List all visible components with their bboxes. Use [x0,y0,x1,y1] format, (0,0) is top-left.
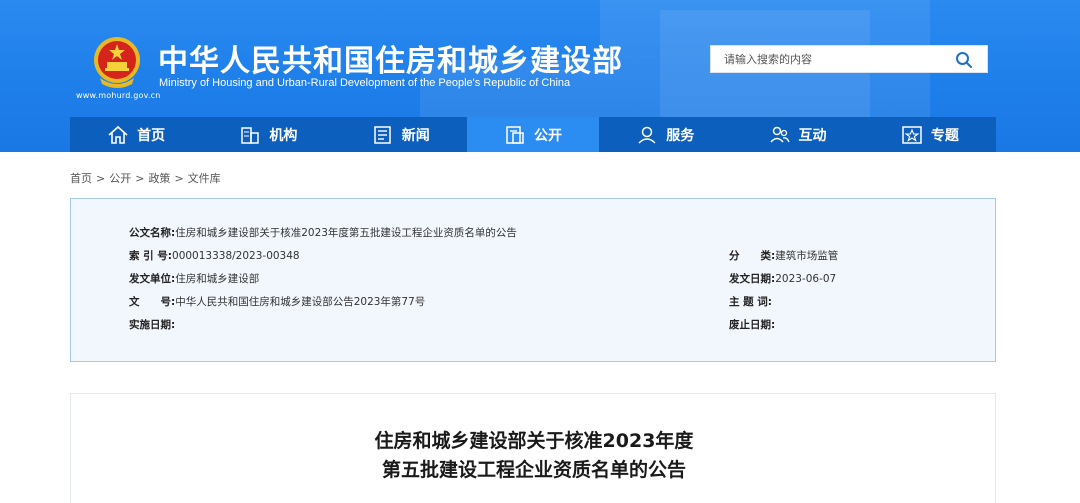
nav-label-topic: 专题 [930,127,959,144]
info-doc-no-value: 中华人民共和国住房和城乡建设部公告2023年第77号 [175,296,426,308]
nav-item-news[interactable]: 新闻 [335,117,467,152]
article-content: 住房和城乡建设部关于核准2023年度 第五批建设工程企业资质名单的公告 [70,393,996,503]
info-index-label: 索 引 号: [129,250,173,262]
info-row-category: 分 类:建筑市场监管 [729,248,838,263]
home-icon [108,125,128,144]
search-icon[interactable] [955,51,973,69]
info-effective-label: 实施日期: [129,319,176,331]
breadcrumb-public[interactable]: 公开 [109,172,131,185]
building-icon [241,126,260,144]
search-box [710,45,988,73]
info-date-value: 2023-06-07 [775,273,837,285]
site-title[interactable]: 中华人民共和国住房和城乡建设部 [158,36,623,80]
info-category-label: 分 类: [729,250,776,262]
nav-label-interact: 互动 [798,127,827,144]
star-box-icon [902,125,922,144]
person-icon [638,126,656,144]
info-row-date: 发文日期:2023-06-07 [729,271,836,286]
info-keyword-label: 主 题 词: [729,296,773,308]
info-row-repeal: 废止日期: [729,317,775,332]
article-title-line-2: 第五批建设工程企业资质名单的公告 [381,459,686,481]
article-title-line-1: 住房和城乡建设部关于核准2023年度 [374,430,694,452]
info-index-value: 000013338/2023-00348 [172,250,300,262]
nav-label-service: 服务 [666,127,695,144]
news-icon [373,125,391,144]
search-input[interactable] [711,46,951,72]
breadcrumb-separator: > [96,172,106,185]
nav-item-service[interactable]: 服务 [599,117,731,152]
nav-label-news: 新闻 [401,127,430,144]
breadcrumb-policy[interactable]: 政策 [148,172,170,185]
nav-item-interact[interactable]: 互动 [731,117,863,152]
info-category-value: 建筑市场监管 [775,250,839,262]
breadcrumb-home[interactable]: 首页 [70,172,92,185]
info-issuer-label: 发文单位: [129,273,176,285]
info-row-index: 索 引 号:000013338/2023-00348 [129,248,300,263]
document-info-panel: 公文名称:住房和城乡建设部关于核准2023年度第五批建设工程企业资质名单的公告 … [70,198,996,362]
info-row-name: 公文名称:住房和城乡建设部关于核准2023年度第五批建设工程企业资质名单的公告 [129,225,517,240]
nav-item-topic[interactable]: 专题 [864,117,996,152]
info-date-label: 发文日期: [729,273,776,285]
nav-label-home: 首页 [137,127,166,144]
info-row-issuer: 发文单位:住房和城乡建设部 [129,271,259,286]
nav-item-org[interactable]: 机构 [202,117,334,152]
breadcrumb: 首页 > 公开 > 政策 > 文件库 [70,170,221,186]
info-row-keyword: 主 题 词: [729,294,772,309]
main-nav: 首页 机构 新闻 公开 服务 互动 专题 [70,117,996,152]
info-name-value: 住房和城乡建设部关于核准2023年度第五批建设工程企业资质名单的公告 [175,227,517,239]
people-icon [769,126,790,143]
nav-item-public[interactable]: 公开 [466,117,600,152]
info-name-label: 公文名称: [129,227,176,239]
site-url[interactable]: www.mohurd.gov.cn [76,91,161,100]
info-issuer-value: 住房和城乡建设部 [175,273,260,285]
breadcrumb-library[interactable]: 文件库 [188,172,221,185]
breadcrumb-separator: > [135,172,145,185]
info-repeal-label: 废止日期: [729,319,776,331]
nav-item-home[interactable]: 首页 [70,117,202,152]
info-row-doc-no: 文 号:中华人民共和国住房和城乡建设部公告2023年第77号 [129,294,425,309]
national-emblem-icon[interactable] [92,34,142,90]
info-doc-no-label: 文 号: [129,296,176,308]
document-icon [506,125,524,144]
breadcrumb-separator: > [174,172,184,185]
nav-label-org: 机构 [269,127,298,144]
nav-label-public: 公开 [533,127,562,144]
site-subtitle: Ministry of Housing and Urban-Rural Deve… [159,77,571,89]
info-row-effective: 实施日期: [129,317,175,332]
